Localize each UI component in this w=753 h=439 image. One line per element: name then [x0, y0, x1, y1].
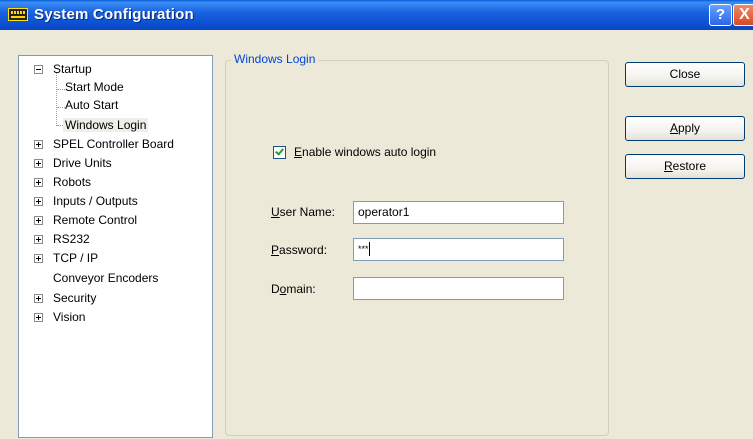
collapse-icon[interactable] — [34, 65, 43, 74]
tree-item-tcp-ip[interactable]: TCP / IP — [31, 249, 100, 267]
apply-button[interactable]: Apply — [625, 116, 745, 141]
expand-icon[interactable] — [34, 235, 43, 244]
group-title: Windows Login — [231, 52, 319, 66]
tree-item-label: Drive Units — [53, 156, 112, 170]
tree-item-label: Vision — [53, 310, 86, 324]
tree-item-start-mode[interactable]: Start Mode — [63, 78, 126, 96]
expand-icon[interactable] — [34, 197, 43, 206]
window-title: System Configuration — [34, 6, 194, 23]
tree-item-vision[interactable]: Vision — [31, 308, 87, 326]
tree-item-label: Robots — [53, 175, 92, 189]
domain-label: Domain: — [271, 282, 316, 296]
expand-icon[interactable] — [34, 294, 43, 303]
user-name-label: User Name: — [271, 205, 336, 219]
app-icon — [8, 8, 28, 21]
tree-item-label: Auto Start — [65, 98, 119, 112]
domain-input[interactable] — [353, 277, 564, 300]
tree-item-label: Conveyor Encoders — [53, 271, 159, 285]
tree-item-label: Windows Login — [63, 118, 149, 132]
tree-item-robots[interactable]: Robots — [31, 173, 93, 191]
expand-icon[interactable] — [34, 254, 43, 263]
tree-item-label: Remote Control — [53, 213, 138, 227]
auto-login-checkbox[interactable] — [273, 146, 286, 159]
tree-item-drive-units[interactable]: Drive Units — [31, 154, 114, 172]
tree-item-label: RS232 — [53, 232, 90, 246]
expand-icon[interactable] — [34, 159, 43, 168]
check-icon — [275, 146, 284, 156]
tree-item-auto-start[interactable]: Auto Start — [63, 96, 120, 114]
close-button[interactable]: Close — [625, 62, 745, 87]
tree-item-inputs-outputs[interactable]: Inputs / Outputs — [31, 192, 140, 210]
user-name-input[interactable]: operator1 — [353, 201, 564, 224]
config-tree[interactable]: Startup Start Mode Auto Start Windows Lo… — [18, 55, 213, 438]
expand-icon[interactable] — [34, 216, 43, 225]
tree-item-label: Inputs / Outputs — [53, 194, 138, 208]
tree-item-startup[interactable]: Startup — [31, 60, 94, 78]
tree-item-remote-control[interactable]: Remote Control — [31, 211, 139, 229]
tree-item-label: TCP / IP — [53, 251, 99, 265]
password-input[interactable]: *** — [353, 238, 564, 261]
expand-icon[interactable] — [34, 178, 43, 187]
tree-connector — [56, 73, 57, 126]
tree-item-rs232[interactable]: RS232 — [31, 230, 92, 248]
tree-item-label: Start Mode — [65, 80, 124, 94]
tree-item-label: SPEL Controller Board — [53, 137, 174, 151]
title-bar[interactable]: System Configuration ? X — [0, 0, 753, 30]
window-close-button[interactable]: X — [733, 4, 753, 26]
password-label: Password: — [271, 243, 328, 257]
text-caret — [368, 242, 370, 256]
restore-button[interactable]: Restore — [625, 154, 745, 179]
expand-icon[interactable] — [34, 140, 43, 149]
expand-icon[interactable] — [34, 313, 43, 322]
help-button[interactable]: ? — [709, 4, 732, 26]
tree-item-spel-controller-board[interactable]: SPEL Controller Board — [31, 135, 176, 153]
auto-login-label[interactable]: Enable windows auto login — [294, 145, 436, 159]
tree-item-conveyor-encoders[interactable]: Conveyor Encoders — [31, 269, 160, 287]
tree-item-security[interactable]: Security — [31, 289, 98, 307]
tree-item-windows-login[interactable]: Windows Login — [63, 116, 149, 134]
tree-item-label: Startup — [53, 62, 92, 76]
tree-item-label: Security — [53, 291, 97, 305]
